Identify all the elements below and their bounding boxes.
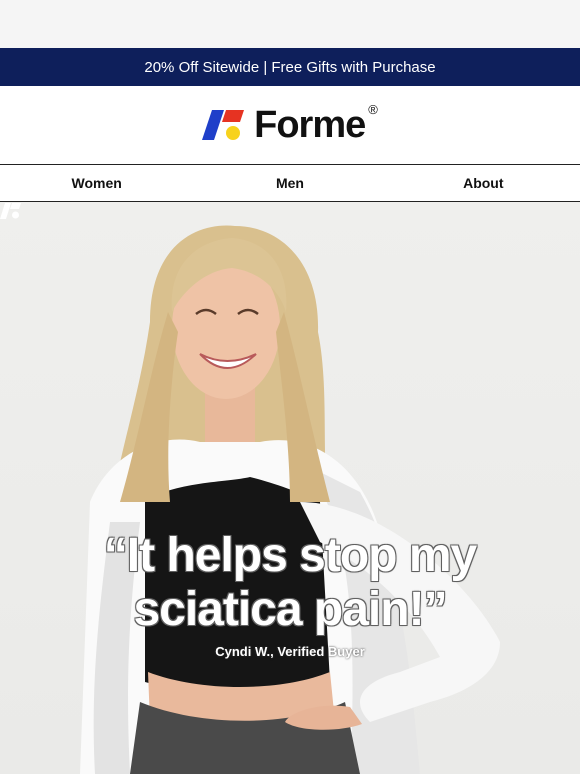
nav-item-about[interactable]: About <box>387 165 580 201</box>
testimonial-quote-line2: sciatica pain!” <box>133 583 447 636</box>
brand-name: Forme <box>254 103 366 146</box>
forme-logo[interactable]: Forme ® <box>202 101 378 147</box>
hero-photo <box>80 225 500 774</box>
forme-logo-mark-icon <box>202 110 245 140</box>
testimonial-quote-line1: “It helps stop my <box>103 529 477 582</box>
site-header: Forme ® <box>0 86 580 165</box>
main-nav: Women Men About <box>0 165 580 202</box>
promo-text: 20% Off Sitewide | Free Gifts with Purch… <box>144 58 436 76</box>
forme-mini-logo-icon <box>0 203 21 219</box>
hero-banner[interactable]: “It helps stop my sciatica pain!” Cyndi … <box>0 202 580 774</box>
nav-item-men[interactable]: Men <box>193 165 386 201</box>
nav-item-women[interactable]: Women <box>0 165 193 201</box>
registered-mark: ® <box>368 101 378 117</box>
promo-banner[interactable]: 20% Off Sitewide | Free Gifts with Purch… <box>0 48 580 86</box>
testimonial-attribution: Cyndi W., Verified Buyer <box>215 644 365 659</box>
